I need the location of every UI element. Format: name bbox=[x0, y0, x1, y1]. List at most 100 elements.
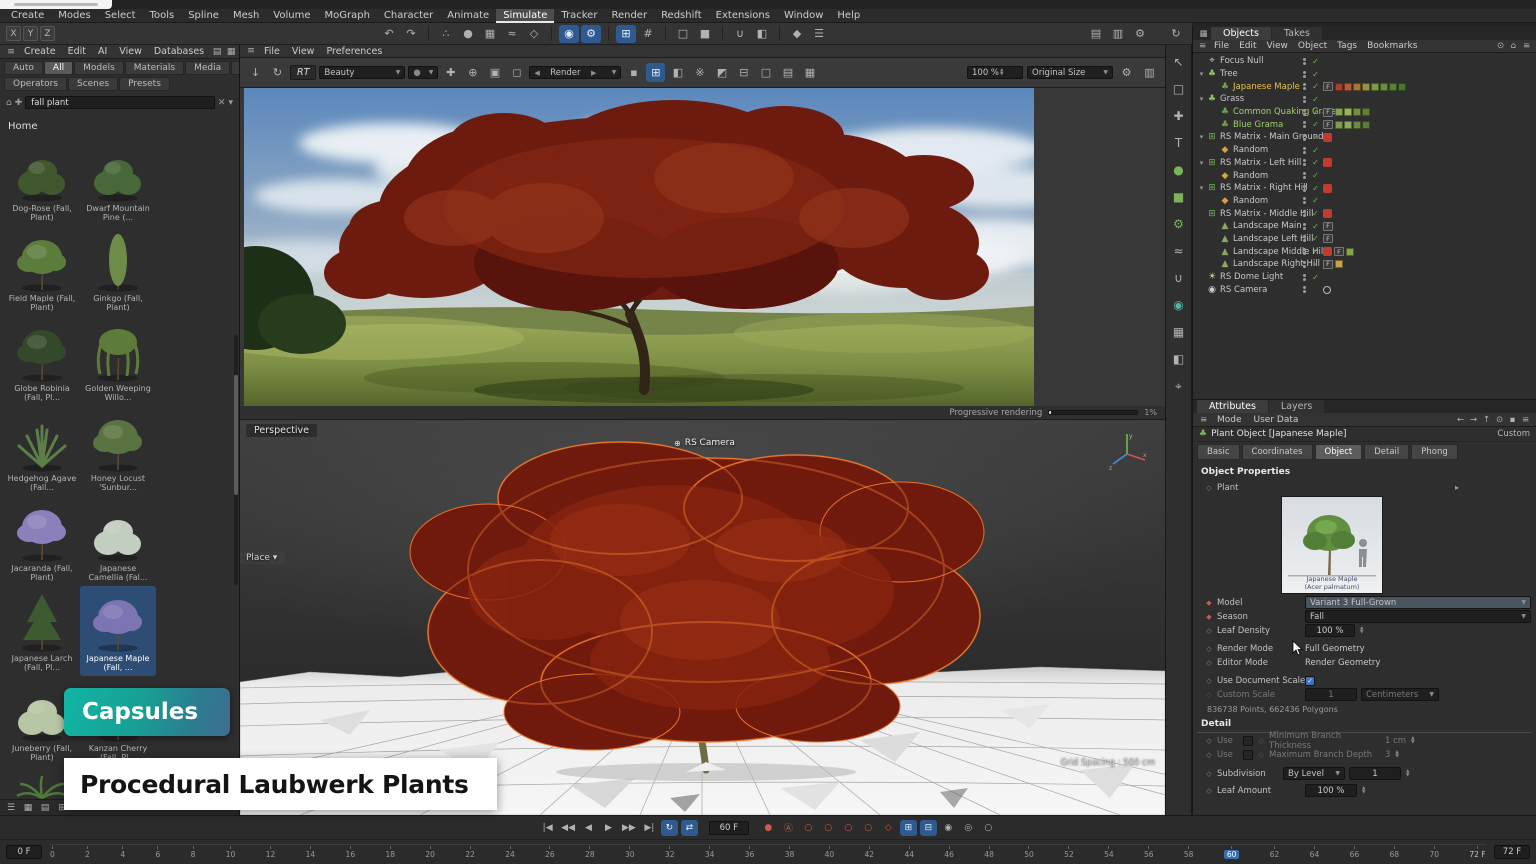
attr-tab-basic[interactable]: Basic bbox=[1197, 444, 1240, 460]
rope-icon[interactable]: ≈ bbox=[502, 25, 522, 43]
object-row-rs-matrix-main-ground[interactable]: ▾⊞RS Matrix - Main Ground✓ bbox=[1193, 131, 1536, 144]
current-frame-field[interactable]: 60 F bbox=[709, 821, 749, 835]
asset-item-jacaranda-fall-plant[interactable]: Jacaranda (Fall, Plant) bbox=[4, 496, 80, 586]
phong-tag-icon[interactable]: F bbox=[1323, 120, 1333, 129]
rs-tag-icon[interactable] bbox=[1323, 133, 1332, 142]
burger-icon[interactable]: ≡ bbox=[1519, 414, 1532, 426]
rs-tag-icon[interactable] bbox=[1323, 209, 1332, 218]
menu-mograph[interactable]: MoGraph bbox=[317, 9, 376, 23]
menu-redshift[interactable]: Redshift bbox=[654, 9, 709, 23]
ab-menu-databases[interactable]: Databases bbox=[148, 45, 210, 59]
ab-menu-view[interactable]: View bbox=[113, 45, 148, 59]
axis-lock-x[interactable]: X bbox=[6, 26, 21, 41]
asset-item-honey-locust-sunbur[interactable]: Honey Locust 'Sunbur... bbox=[80, 406, 156, 496]
asset-tab-all[interactable]: All bbox=[44, 61, 73, 75]
spline-icon[interactable]: ≈ bbox=[1169, 242, 1189, 260]
cube-icon[interactable]: ■ bbox=[1169, 188, 1189, 206]
place-tool-label[interactable]: Place ▾ bbox=[240, 552, 285, 564]
object-row-random[interactable]: ◆Random✓ bbox=[1193, 195, 1536, 208]
preset-dropdown[interactable]: Custom bbox=[1497, 429, 1530, 439]
timeline-tick-68[interactable]: 68 bbox=[1390, 846, 1400, 859]
go-to-start-button[interactable]: |◀ bbox=[539, 820, 556, 836]
forward-icon[interactable]: → bbox=[1467, 414, 1480, 426]
grid-view-icon[interactable]: ▦ bbox=[21, 801, 35, 814]
tab-layers[interactable]: Layers bbox=[1269, 400, 1324, 413]
timeline-tick-38[interactable]: 38 bbox=[785, 846, 795, 859]
timeline-tick-50[interactable]: 50 bbox=[1024, 846, 1034, 859]
enable-check-icon[interactable]: ✓ bbox=[1310, 133, 1321, 142]
snap-icon[interactable]: ⊞ bbox=[616, 25, 636, 43]
perspective-viewport[interactable]: Perspective ⊕ RS Camera Place ▾ Grid Spa… bbox=[240, 420, 1165, 815]
record-scale-button[interactable]: ○ bbox=[820, 820, 837, 836]
timeline-tick-26[interactable]: 26 bbox=[545, 846, 555, 859]
axis-lock-y[interactable]: Y bbox=[23, 26, 38, 41]
asset-item-dog-rose-fall-plant[interactable]: Dog-Rose (Fall, Plant) bbox=[4, 136, 80, 226]
previous-frame-button[interactable]: ◀ bbox=[580, 820, 597, 836]
enable-check-icon[interactable]: ✓ bbox=[1310, 108, 1321, 117]
home-icon[interactable]: ⌂ bbox=[6, 98, 12, 108]
attr-burger-icon[interactable]: ≡ bbox=[1197, 411, 1210, 429]
material-swatches[interactable] bbox=[1335, 83, 1406, 91]
use-min-branch-checkbox[interactable] bbox=[1243, 736, 1253, 746]
menu-volume[interactable]: Volume bbox=[266, 9, 317, 23]
asset-tab-scenes[interactable]: Scenes bbox=[68, 77, 118, 91]
mirror-icon[interactable]: ◧ bbox=[752, 25, 772, 43]
timeline-tick-62[interactable]: 62 bbox=[1270, 846, 1280, 859]
om-burger-icon[interactable]: ≡ bbox=[1196, 37, 1209, 55]
save-icon[interactable]: ↓ bbox=[246, 63, 265, 82]
axis-lock-z[interactable]: Z bbox=[40, 26, 55, 41]
snowflake-icon[interactable]: ※ bbox=[690, 63, 709, 82]
enable-check-icon[interactable]: ✓ bbox=[1310, 171, 1321, 180]
lock-icon[interactable]: ▪ bbox=[624, 63, 643, 82]
menu-simulate[interactable]: Simulate bbox=[496, 9, 554, 23]
search-options-icon[interactable]: ▾ bbox=[228, 98, 233, 108]
timeline-tick-44[interactable]: 44 bbox=[904, 846, 914, 859]
record-rotation-button[interactable]: ○ bbox=[840, 820, 857, 836]
visibility-dots[interactable] bbox=[1301, 210, 1308, 217]
enable-check-icon[interactable]: ✓ bbox=[1310, 146, 1321, 155]
display-swatch-dropdown[interactable]: ●▼ bbox=[408, 66, 438, 79]
frame-ruler[interactable]: 0 F 024681012141618202224262830323436384… bbox=[0, 840, 1536, 864]
split-icon[interactable]: ◧ bbox=[668, 63, 687, 82]
timeline-tick-12[interactable]: 12 bbox=[266, 846, 276, 859]
enable-check-icon[interactable]: ✓ bbox=[1310, 222, 1321, 231]
om-menu-bookmarks[interactable]: Bookmarks bbox=[1362, 39, 1422, 53]
render-settings-icon[interactable]: ⚙ bbox=[1130, 25, 1150, 43]
object-row-tree[interactable]: ▾♣Tree✓ bbox=[1193, 68, 1536, 81]
enable-check-icon[interactable]: ✓ bbox=[1310, 184, 1321, 193]
render-pass-dropdown[interactable]: Beauty▼ bbox=[319, 66, 405, 79]
season-dropdown[interactable]: Fall▼ bbox=[1305, 610, 1531, 623]
visibility-dots[interactable] bbox=[1301, 83, 1308, 90]
visibility-dots[interactable] bbox=[1301, 121, 1308, 128]
visibility-dots[interactable] bbox=[1301, 223, 1308, 230]
asset-tab-materials[interactable]: Materials bbox=[125, 61, 184, 75]
menu-create[interactable]: Create bbox=[4, 9, 51, 23]
asset-item-golden-weeping-willo[interactable]: Golden Weeping Willo... bbox=[80, 316, 156, 406]
visibility-dots[interactable] bbox=[1301, 147, 1308, 154]
visibility-dots[interactable] bbox=[1301, 58, 1308, 65]
asset-item-japanese-camellia-fal[interactable]: Japanese Camellia (Fal... bbox=[80, 496, 156, 586]
enable-check-icon[interactable]: ✓ bbox=[1310, 273, 1321, 282]
material-swatches[interactable] bbox=[1335, 108, 1370, 116]
timeline-tick-54[interactable]: 54 bbox=[1104, 846, 1114, 859]
om-menu-view[interactable]: View bbox=[1262, 39, 1293, 53]
frame-icon[interactable]: ▣ bbox=[485, 63, 504, 82]
object-row-common-quaking-grass[interactable]: ♣Common Quaking Grass✓F bbox=[1193, 106, 1536, 119]
phong-tag-icon[interactable]: F bbox=[1334, 247, 1344, 256]
ab-menu-create[interactable]: Create bbox=[18, 45, 62, 59]
search-icon[interactable]: ⊙ bbox=[1493, 414, 1506, 426]
timeline-tick-14[interactable]: 14 bbox=[306, 846, 316, 859]
play-button[interactable]: ▶ bbox=[600, 820, 617, 836]
region-icon[interactable]: ⊟ bbox=[734, 63, 753, 82]
crop-icon[interactable]: ◻ bbox=[507, 63, 526, 82]
subdivision-field[interactable]: 1 bbox=[1349, 767, 1401, 780]
asset-item-dwarf-mountain-pine[interactable]: Dwarf Mountain Pine (... bbox=[80, 136, 156, 226]
clear-search-icon[interactable]: ✕ bbox=[218, 98, 226, 108]
attr-tab-coordinates[interactable]: Coordinates bbox=[1242, 444, 1313, 460]
undo-icon[interactable]: ↶ bbox=[379, 25, 399, 43]
timeline-tick-22[interactable]: 22 bbox=[465, 846, 475, 859]
snap-time-button[interactable]: ⊟ bbox=[920, 820, 937, 836]
menu-help[interactable]: Help bbox=[830, 9, 867, 23]
dual-view-icon[interactable]: ▥ bbox=[1140, 63, 1159, 82]
visibility-dots[interactable] bbox=[1301, 261, 1308, 268]
